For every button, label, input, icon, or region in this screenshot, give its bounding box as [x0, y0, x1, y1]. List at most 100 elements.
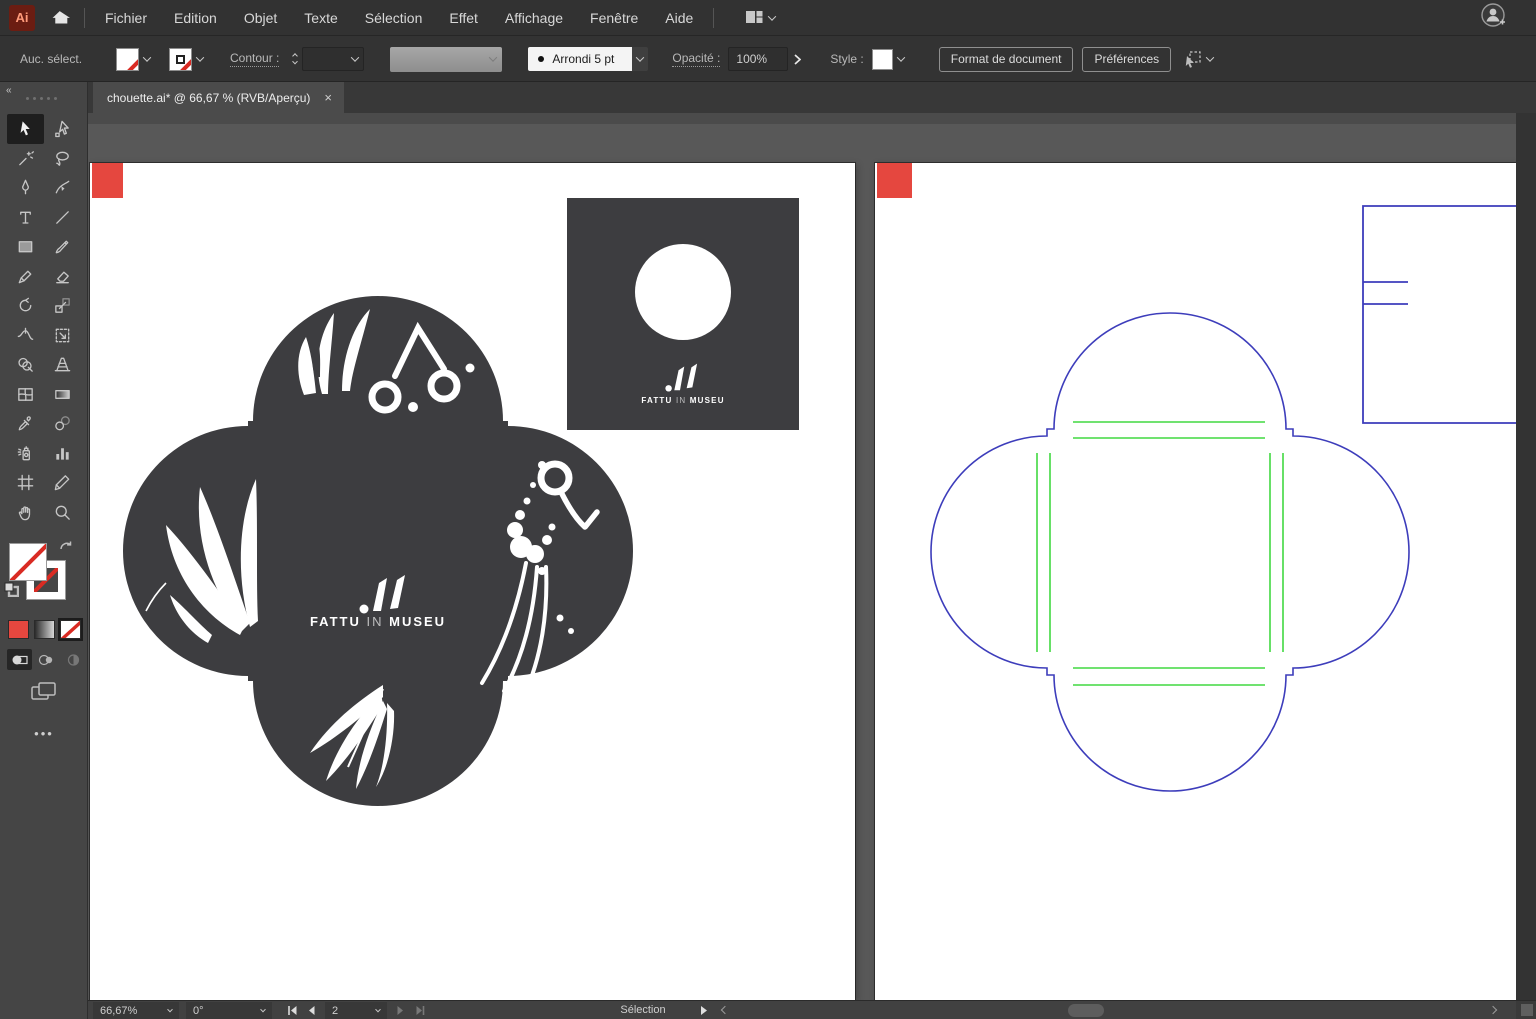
hscroll-right-icon[interactable]	[1489, 1006, 1497, 1014]
collapse-panel-icon[interactable]: «	[6, 85, 13, 96]
menu-texte[interactable]: Texte	[304, 10, 337, 26]
home-icon[interactable]	[51, 8, 70, 27]
tool-rotate[interactable]	[7, 291, 44, 321]
lid-circle-cutout	[635, 244, 731, 340]
menu-selection[interactable]: Sélection	[365, 10, 423, 26]
fill-color-swatch[interactable]	[116, 48, 139, 71]
artboard-number-dropdown[interactable]: 2	[325, 1002, 387, 1019]
first-artboard-icon[interactable]	[287, 1005, 298, 1016]
tool-artboard[interactable]	[7, 468, 44, 498]
color-mode-row	[8, 620, 81, 639]
panel-grip[interactable]	[26, 97, 57, 100]
style-swatch[interactable]	[872, 49, 893, 70]
last-artboard-icon[interactable]	[414, 1005, 425, 1016]
fill-swatch-none[interactable]	[9, 543, 47, 581]
tool-column-graph[interactable]	[44, 439, 81, 469]
rotation-dropdown[interactable]: 0°	[186, 1002, 272, 1019]
workspace-switcher[interactable]	[746, 10, 775, 25]
menu-aide[interactable]: Aide	[665, 10, 693, 26]
swap-fill-stroke-icon[interactable]	[59, 540, 74, 560]
next-artboard-icon[interactable]	[395, 1005, 406, 1016]
tool-perspective-grid[interactable]	[44, 350, 81, 380]
style-dropdown[interactable]	[893, 48, 909, 71]
menu-affichage[interactable]: Affichage	[505, 10, 563, 26]
preferences-button[interactable]: Préférences	[1082, 47, 1171, 72]
tool-eyedropper[interactable]	[7, 409, 44, 439]
tool-selection[interactable]	[7, 114, 44, 144]
tool-scale[interactable]	[44, 291, 81, 321]
menu-effet[interactable]: Effet	[449, 10, 478, 26]
tools-grid	[7, 114, 81, 527]
account-avatar[interactable]	[1480, 2, 1506, 33]
fold-lines[interactable]	[1037, 422, 1283, 685]
draw-normal-button[interactable]	[7, 649, 32, 670]
status-expand-icon[interactable]	[700, 1005, 708, 1016]
artboard-1[interactable]: FATTU IN MUSEU FATTU IN MUSEU	[90, 163, 855, 1000]
horizontal-scroll-thumb[interactable]	[1068, 1004, 1104, 1017]
tool-rectangle[interactable]	[7, 232, 44, 262]
tool-magic-wand[interactable]	[7, 144, 44, 174]
menu-edition[interactable]: Edition	[174, 10, 217, 26]
brush-definition-dropdown[interactable]	[632, 47, 648, 71]
blend-icon	[53, 414, 72, 433]
tool-line-segment[interactable]	[44, 203, 81, 233]
opacity-label[interactable]: Opacité :	[672, 51, 720, 67]
stroke-weight-label[interactable]: Contour :	[230, 51, 279, 67]
tool-type[interactable]	[7, 203, 44, 233]
tool-width[interactable]	[7, 321, 44, 351]
tool-symbol-sprayer[interactable]	[7, 439, 44, 469]
tool-free-transform[interactable]	[44, 321, 81, 351]
tool-slice[interactable]	[44, 468, 81, 498]
dieline-outline-artwork[interactable]	[875, 163, 1516, 1000]
tool-shape-builder[interactable]	[7, 350, 44, 380]
selection-options[interactable]	[1183, 51, 1213, 68]
format-document-button[interactable]: Format de document	[939, 47, 1074, 72]
artboard-2[interactable]	[875, 163, 1516, 1000]
none-button[interactable]	[60, 620, 81, 639]
menu-objet[interactable]: Objet	[244, 10, 277, 26]
default-fill-stroke-icon[interactable]	[4, 582, 19, 602]
illustrator-app-icon[interactable]: Ai	[9, 5, 35, 31]
color-button[interactable]	[8, 620, 29, 639]
menu-fichier[interactable]: Fichier	[105, 10, 147, 26]
box-lid-artwork[interactable]: FATTU IN MUSEU	[567, 198, 799, 430]
width-profile-dropdown[interactable]	[390, 47, 502, 72]
tool-blend[interactable]	[44, 409, 81, 439]
tool-direct-selection[interactable]	[44, 114, 81, 144]
tool-pencil[interactable]	[7, 262, 44, 292]
stroke-weight-stepper[interactable]	[287, 47, 302, 71]
draw-behind-button[interactable]	[34, 649, 59, 670]
fill-color-dropdown[interactable]	[139, 48, 155, 71]
close-tab-icon[interactable]: ×	[324, 90, 332, 105]
draw-inside-button[interactable]	[61, 649, 86, 670]
type-icon	[16, 208, 35, 227]
zoom-level-dropdown[interactable]: 66,67%	[93, 1002, 179, 1019]
side-panel-outline[interactable]	[1363, 206, 1516, 423]
opacity-expand-arrow[interactable]	[788, 47, 806, 71]
edit-toolbar-dots[interactable]: •••	[0, 726, 88, 741]
gradient-button[interactable]	[34, 620, 55, 639]
tool-eraser[interactable]	[44, 262, 81, 292]
stroke-color-swatch[interactable]	[169, 48, 192, 71]
stroke-color-dropdown[interactable]	[192, 48, 208, 71]
tool-paintbrush[interactable]	[44, 232, 81, 262]
menu-fenetre[interactable]: Fenêtre	[590, 10, 638, 26]
illustrator-window: Ai Fichier Edition Objet Texte Sélection Effe…	[0, 0, 1536, 1019]
tool-pen[interactable]	[7, 173, 44, 203]
document-tab[interactable]: chouette.ai* @ 66,67 % (RVB/Aperçu) ×	[93, 82, 344, 113]
brush-definition-field[interactable]: Arrondi 5 pt	[528, 47, 632, 71]
tool-gradient[interactable]	[44, 380, 81, 410]
paintbrush-icon	[53, 237, 72, 256]
document-tab-title: chouette.ai* @ 66,67 % (RVB/Aperçu)	[107, 91, 310, 105]
selection-status-label: Auc. sélect.	[20, 52, 98, 66]
tool-lasso[interactable]	[44, 144, 81, 174]
previous-artboard-icon[interactable]	[306, 1005, 317, 1016]
screen-mode-icon[interactable]	[31, 682, 57, 707]
tool-zoom[interactable]	[44, 498, 81, 528]
opacity-field[interactable]: 100%	[728, 47, 788, 71]
logo-text-large[interactable]: FATTU IN MUSEU	[278, 614, 478, 629]
tool-mesh[interactable]	[7, 380, 44, 410]
stroke-weight-field[interactable]	[302, 47, 364, 71]
tool-hand[interactable]	[7, 498, 44, 528]
tool-curvature[interactable]	[44, 173, 81, 203]
